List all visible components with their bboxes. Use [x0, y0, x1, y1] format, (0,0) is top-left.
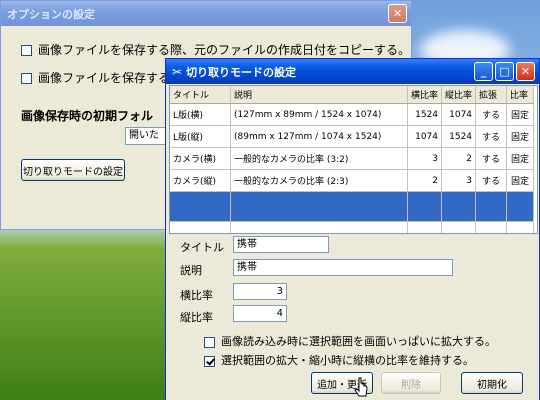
minimize-icon[interactable]: _: [474, 62, 493, 81]
cell-width-ratio: 3: [407, 147, 443, 170]
table-row-empty: [170, 221, 535, 233]
cell-width-ratio: 2: [407, 169, 443, 192]
cell-title: L版(横): [170, 103, 231, 126]
table-row[interactable]: カメラ(縦) 一般的なカメラの比率 (2:3) 2 3 する 固定: [170, 169, 535, 192]
cell-width-ratio: 1524: [407, 103, 443, 126]
crop-mode-settings-button[interactable]: 切り取りモードの設定: [21, 159, 125, 181]
cell-description: (127mm x 89mm / 1524 x 1074): [230, 103, 408, 126]
height-ratio-input[interactable]: 4: [233, 305, 287, 322]
column-header-height-ratio[interactable]: 縦比率: [441, 86, 477, 104]
cell-expand: する: [475, 103, 508, 126]
height-ratio-label: 縦比率: [180, 311, 213, 324]
maximize-icon[interactable]: □: [495, 62, 514, 81]
column-header-width-ratio[interactable]: 横比率: [407, 86, 443, 104]
crop-mode-table: タイトル 説明 横比率 縦比率 拡張 比率 L版(横) (127mm x 89m…: [170, 86, 535, 233]
column-header-expand[interactable]: 拡張: [475, 86, 508, 104]
cell-ratio: 固定: [506, 103, 535, 126]
keep-ratio-checkbox[interactable]: 選択範囲の拡大・縮小時に縦横の比率を維持する。: [204, 352, 474, 368]
crop-mode-window-title: 切り取りモードの設定: [186, 65, 297, 79]
table-row[interactable]: L版(縦) (89mm x 127mm / 1074 x 1524) 1074 …: [170, 125, 535, 148]
crop-mode-window: ✂ 切り取りモードの設定 _ □ ✕ タイトル 説明 横比率 縦比率 拡張 比率…: [165, 58, 540, 400]
cell-height-ratio: 1524: [441, 125, 477, 148]
default-folder-heading: 画像保存時の初期フォル: [21, 109, 154, 123]
crop-mode-titlebar: ✂ 切り取りモードの設定 _ □ ✕: [166, 59, 539, 84]
table-row[interactable]: カメラ(横) 一般的なカメラの比率 (3:2) 3 2 する 固定: [170, 147, 535, 170]
cell-title: カメラ(横): [170, 147, 231, 170]
reset-button[interactable]: 初期化: [461, 372, 523, 394]
cell-description: 一般的なカメラの比率 (2:3): [230, 169, 408, 192]
copy-date-label: 画像ファイルを保存する際、元のファイルの作成日付をコピーする。: [38, 43, 411, 57]
cell-width-ratio: 1074: [407, 125, 443, 148]
cell-title: カメラ(縦): [170, 169, 231, 192]
cell-description: 一般的なカメラの比率 (3:2): [230, 147, 408, 170]
checkbox-box[interactable]: [21, 45, 32, 56]
cell-expand: する: [475, 169, 508, 192]
folder-value: 開いた: [129, 130, 159, 141]
scissors-icon: ✂: [172, 64, 183, 79]
description-input[interactable]: 携帯: [233, 259, 453, 276]
options-titlebar: オプションの設定 ✕: [1, 1, 411, 26]
cell-height-ratio: 1074: [441, 103, 477, 126]
expand-on-load-checkbox[interactable]: 画像読み込み時に選択範囲を画面いっぱいに拡大する。: [204, 333, 496, 349]
checkbox-box-checked[interactable]: [204, 355, 215, 367]
width-ratio-label: 横比率: [180, 289, 213, 302]
table-row[interactable]: L版(横) (127mm x 89mm / 1524 x 1074) 1524 …: [170, 103, 535, 126]
table-header: タイトル 説明 横比率 縦比率 拡張 比率: [170, 86, 535, 104]
cell-height-ratio: 3: [441, 169, 477, 192]
cell-ratio: 固定: [506, 169, 535, 192]
delete-button[interactable]: 削除: [381, 372, 441, 394]
save-option-label: 画像ファイルを保存する: [38, 71, 171, 85]
table-row-selected[interactable]: [170, 191, 535, 222]
close-icon[interactable]: ✕: [516, 62, 535, 81]
cell-expand: する: [475, 125, 508, 148]
column-header-ratio[interactable]: 比率: [506, 86, 535, 104]
title-label: タイトル: [180, 241, 224, 254]
cell-height-ratio: 2: [441, 147, 477, 170]
cell-expand: する: [475, 147, 508, 170]
cell-title: L版(縦): [170, 125, 231, 148]
title-input[interactable]: 携帯: [233, 236, 329, 253]
close-icon[interactable]: ✕: [388, 4, 407, 23]
keep-ratio-label: 選択範囲の拡大・縮小時に縦横の比率を維持する。: [221, 354, 474, 367]
cell-ratio: 固定: [506, 147, 535, 170]
cell-description: (89mm x 127mm / 1074 x 1524): [230, 125, 408, 148]
mouse-cursor-icon: [354, 377, 368, 397]
checkbox-box[interactable]: [21, 73, 32, 84]
save-option-checkbox[interactable]: 画像ファイルを保存する: [21, 69, 170, 86]
crop-mode-list[interactable]: タイトル 説明 横比率 縦比率 拡張 比率 L版(横) (127mm x 89m…: [169, 85, 538, 234]
width-ratio-input[interactable]: 3: [233, 283, 287, 300]
column-header-title[interactable]: タイトル: [170, 86, 231, 104]
description-label: 説明: [180, 264, 202, 277]
checkbox-box[interactable]: [204, 336, 215, 348]
expand-on-load-label: 画像読み込み時に選択範囲を画面いっぱいに拡大する。: [221, 335, 496, 348]
column-header-description[interactable]: 説明: [230, 86, 408, 104]
copy-date-checkbox[interactable]: 画像ファイルを保存する際、元のファイルの作成日付をコピーする。: [21, 41, 410, 58]
cell-ratio: 固定: [506, 125, 535, 148]
options-window-title: オプションの設定: [7, 7, 95, 21]
